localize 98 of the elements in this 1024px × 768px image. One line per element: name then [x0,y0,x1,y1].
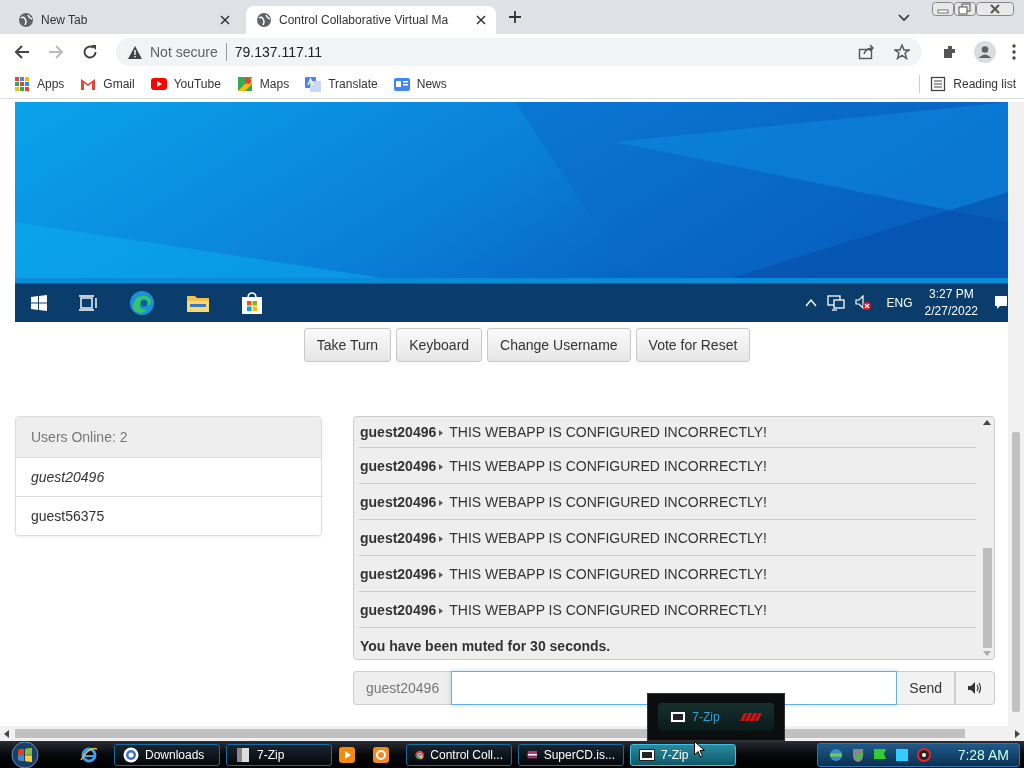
mouse-pointer-icon [694,741,705,758]
bookmark[interactable]: Translate [305,76,378,92]
taskbar-button[interactable]: Control Coll... [406,743,512,766]
taskbar-button[interactable]: SuperCD.is... [518,743,624,766]
record-icon[interactable] [915,746,932,763]
control-button[interactable]: Take Turn [303,328,392,362]
translate-icon [305,76,322,92]
browser-tab[interactable]: New Tab [8,6,240,34]
sound-button[interactable] [955,671,995,705]
chat-message: THIS WEBAPP IS CONFIGURED INCORRECTLY! [449,457,767,474]
volume-muted-icon[interactable] [854,295,871,311]
chevron-up-icon[interactable] [804,299,817,307]
security-label: Not secure [150,44,218,60]
clock[interactable]: 7:28 AM [957,746,1009,763]
bookmark[interactable]: News [393,76,447,92]
window-preview[interactable]: 7-Zip [647,693,785,741]
app-icon[interactable] [372,745,390,764]
chat-username: guest20496 [360,457,437,474]
edge-browser-icon[interactable] [129,290,155,316]
page-scrollbar[interactable] [1008,102,1024,726]
chat-message: THIS WEBAPP IS CONFIGURED INCORRECTLY! [449,565,767,582]
arrow-icon [439,430,444,436]
profile-icon[interactable] [974,41,996,63]
task-view-icon[interactable] [79,295,97,311]
speaker-icon [968,682,982,694]
menu-icon[interactable] [1012,44,1016,60]
tab-list-icon[interactable] [898,14,910,22]
scroll-up-icon[interactable] [983,420,991,425]
arrow-icon [439,463,444,470]
play-icon [150,76,167,92]
map-pin-icon [236,76,253,92]
chat-message: THIS WEBAPP IS CONFIGURED INCORRECTLY! [449,424,767,440]
bookmark[interactable]: Apps [14,76,65,92]
chat-message: THIS WEBAPP IS CONFIGURED INCORRECTLY! [449,529,767,546]
new-tab-icon[interactable] [508,10,522,24]
notification-icon[interactable] [994,295,1008,311]
users-header: Users Online: 2 [16,417,321,458]
bookmark[interactable]: Gmail [80,76,135,92]
share-icon[interactable] [858,44,874,60]
username-label: guest20496 [353,671,452,705]
scroll-left-icon[interactable] [4,729,9,738]
start-orb-icon[interactable] [8,741,42,768]
preview-title: 7-Zip [692,710,720,724]
scroll-right-icon[interactable] [1015,729,1020,738]
taskbar-button[interactable]: Downloads [114,743,220,766]
chat-message: THIS WEBAPP IS CONFIGURED INCORRECTLY! [449,601,767,618]
scrollbar-thumb[interactable] [982,548,992,648]
taskbar-button[interactable]: 7-Zip [630,743,736,766]
control-button[interactable]: Vote for Reset [635,328,751,362]
back-icon[interactable] [14,44,30,60]
arrow-icon [439,571,444,578]
send-button[interactable]: Send [897,671,955,705]
star-icon[interactable] [894,44,910,60]
user-item[interactable]: guest56375 [16,496,321,535]
grid-icon [14,76,30,92]
bookmark[interactable]: YouTube [150,76,221,92]
extensions-icon[interactable] [942,44,958,60]
folder-icon[interactable] [187,294,209,312]
arrow-icon [439,499,444,506]
chat-username: guest20496 [360,529,437,546]
scrollbar-thumb[interactable] [1012,432,1020,712]
language-indicator[interactable]: ENG [886,296,913,310]
window-icon[interactable] [893,746,910,763]
control-button[interactable]: Keyboard [396,328,483,362]
windows-logo-icon[interactable] [31,295,47,311]
warning-icon [128,45,142,59]
newspaper-icon [393,76,410,92]
globe-icon [256,12,272,28]
reading-list-button[interactable]: Reading list [930,76,1016,92]
clock[interactable]: 3:27 PM 2/27/2022 [924,286,978,320]
taskbar-button[interactable]: 7-Zip [226,743,332,766]
arrow-icon [439,535,444,542]
media-player-icon[interactable] [338,745,356,764]
bookmark[interactable]: Maps [236,76,290,92]
chat-username: guest20496 [360,424,437,440]
list-icon [930,76,947,92]
close-icon[interactable] [976,2,1014,16]
chat-username: guest20496 [360,565,437,582]
arrow-icon [439,607,444,614]
chat-username: guest20496 [360,601,437,618]
restore-icon[interactable] [954,2,976,16]
globe-icon [18,12,34,28]
minimize-icon[interactable] [932,2,954,16]
browser-icon[interactable] [80,745,98,764]
chat-message: THIS WEBAPP IS CONFIGURED INCORRECTLY! [449,493,767,510]
system-notice: You have been muted for 30 seconds. [360,637,611,654]
browser-tab[interactable]: Control Collaborative Virtual Ma [246,6,496,34]
stripes-icon [739,713,762,721]
user-item[interactable]: guest20496 [16,458,321,496]
control-button[interactable]: Change Username [487,328,631,362]
store-bag-icon[interactable] [241,292,263,314]
chat-username: guest20496 [360,493,437,510]
url-text: 79.137.117.11 [234,44,323,60]
close-icon[interactable] [476,15,486,25]
close-icon[interactable] [220,15,230,25]
address-bar[interactable]: Not secure 79.137.117.11 [116,38,922,66]
mail-icon [80,76,97,92]
reload-icon[interactable] [82,44,98,60]
